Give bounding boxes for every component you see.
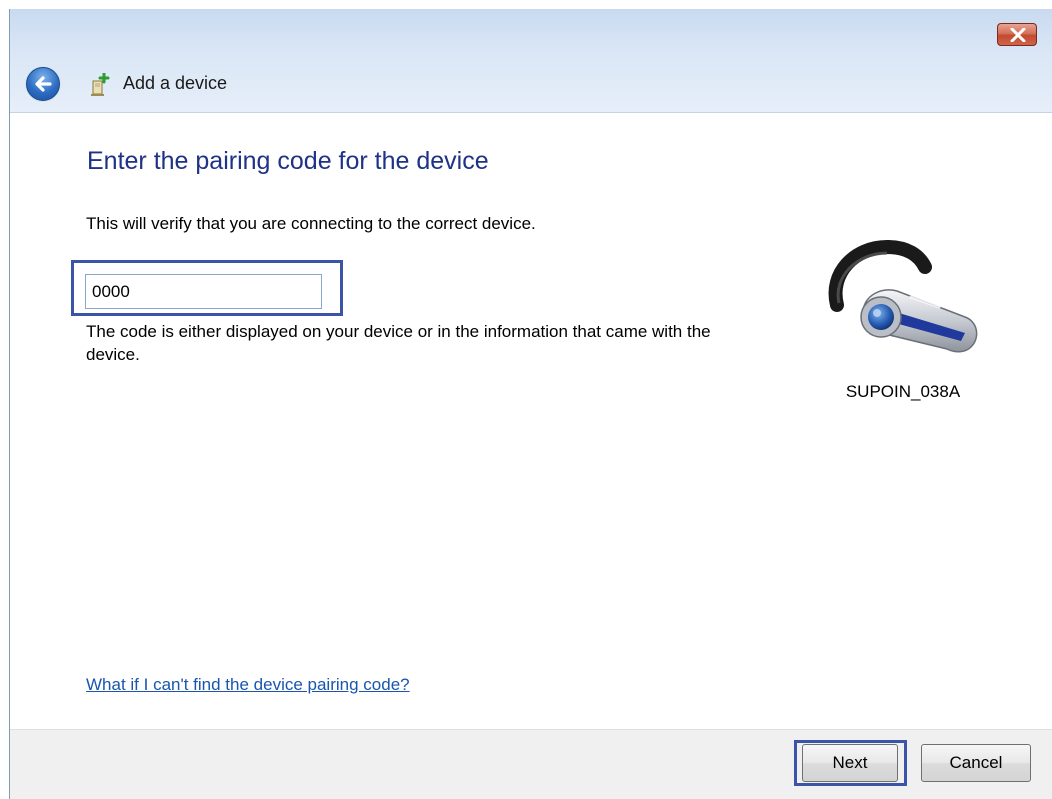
pairing-hint: The code is either displayed on your dev… (86, 322, 711, 364)
close-icon (1010, 28, 1026, 42)
page-description: This will verify that you are connecting… (86, 214, 536, 233)
device-name: SUPOIN_038A (845, 382, 961, 401)
page-heading: Enter the pairing code for the device (87, 147, 489, 175)
cancel-button[interactable]: Cancel (921, 744, 1031, 782)
close-button[interactable] (997, 23, 1037, 46)
pairing-code-input[interactable] (85, 274, 322, 309)
back-arrow-icon (35, 76, 52, 92)
title-bar: Add a device (10, 9, 1052, 113)
back-button[interactable] (26, 67, 60, 101)
add-device-icon (91, 73, 110, 96)
window-title: Add a device (123, 73, 228, 93)
pairing-code-help-link[interactable]: What if I can't find the device pairing … (86, 675, 410, 695)
bluetooth-headset-icon (828, 239, 978, 353)
add-device-window: Add a device Enter the pairing code for … (9, 9, 1052, 799)
next-button[interactable]: Next (802, 744, 898, 782)
